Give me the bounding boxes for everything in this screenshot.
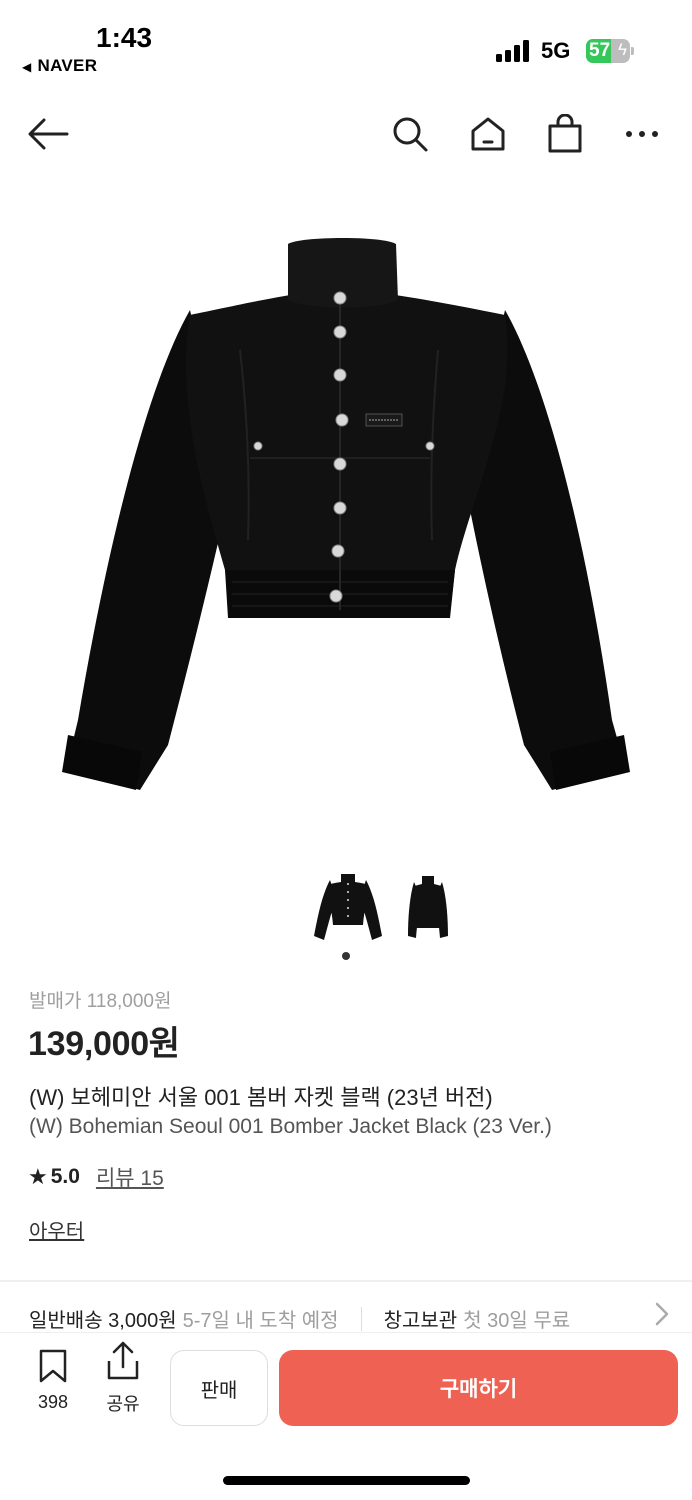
rating-score: 5.0 xyxy=(50,1165,80,1188)
category-link[interactable]: 아우터 xyxy=(29,1215,84,1244)
thumbnail-strip xyxy=(0,870,692,950)
current-price: 139,000원 xyxy=(28,1025,180,1063)
back-app-label: NAVER xyxy=(37,56,98,75)
network-type: 5G xyxy=(541,38,571,63)
home-icon[interactable] xyxy=(466,112,510,156)
chevron-right-icon[interactable] xyxy=(655,1302,669,1332)
status-time: 1:43 xyxy=(96,22,153,53)
storage-note: 첫 30일 무료 xyxy=(463,1310,571,1332)
home-indicator xyxy=(223,1476,470,1485)
charging-icon: ϟ xyxy=(618,40,627,59)
search-icon[interactable] xyxy=(388,112,432,156)
bookmark-button[interactable]: 398 xyxy=(28,1349,78,1413)
product-name-korean: (W) 보헤미안 서울 001 봄버 자켓 블랙 (23년 버전) xyxy=(29,1085,493,1110)
back-arrow-icon[interactable] xyxy=(26,112,70,156)
back-triangle-icon: ◀ xyxy=(22,60,32,74)
delivery-separator xyxy=(360,1306,362,1331)
status-bar: 1:43 ◀ NAVER 5G 57 ϟ xyxy=(0,0,692,90)
battery-tip xyxy=(631,47,634,55)
shopping-bag-icon[interactable] xyxy=(543,112,587,156)
carousel-indicator xyxy=(342,952,350,960)
back-to-app-link[interactable]: ◀ NAVER xyxy=(22,56,97,76)
review-link[interactable]: 리뷰 15 xyxy=(96,1162,164,1192)
delivery-row[interactable]: 일반배송 3,000원 5-7일 내 도착 예정 창고보관 첫 30일 무료 xyxy=(29,1302,669,1333)
delivery-label: 일반배송 3,000원 xyxy=(29,1310,177,1332)
sell-button[interactable]: 판매 xyxy=(170,1350,268,1426)
bookmark-icon xyxy=(39,1349,67,1383)
star-icon: ★ xyxy=(28,1164,48,1189)
more-icon[interactable] xyxy=(620,112,664,156)
buy-button[interactable]: 구매하기 xyxy=(279,1350,678,1426)
signal-icon xyxy=(496,40,532,62)
bottom-action-bar: 398 공유 판매 구매하기 xyxy=(0,1332,692,1500)
bookmark-count: 398 xyxy=(37,1392,69,1412)
product-image[interactable] xyxy=(0,200,692,850)
thumbnail-front[interactable] xyxy=(308,870,388,950)
rating-row: ★ 5.0 리뷰 15 xyxy=(28,1162,164,1192)
share-button[interactable]: 공유 xyxy=(100,1341,146,1416)
thumbnail-back[interactable] xyxy=(388,870,468,950)
product-name-english: (W) Bohemian Seoul 001 Bomber Jacket Bla… xyxy=(29,1115,552,1138)
share-label: 공유 xyxy=(106,1394,140,1414)
delivery-eta: 5-7일 내 도착 예정 xyxy=(182,1310,339,1332)
top-nav xyxy=(0,100,692,166)
release-price: 발매가 118,000원 xyxy=(29,991,172,1012)
battery-percent: 57 xyxy=(589,40,611,61)
section-divider xyxy=(0,1280,692,1282)
share-icon xyxy=(107,1341,139,1380)
storage-label: 창고보관 xyxy=(383,1310,458,1332)
battery-icon: 57 ϟ xyxy=(586,39,630,63)
